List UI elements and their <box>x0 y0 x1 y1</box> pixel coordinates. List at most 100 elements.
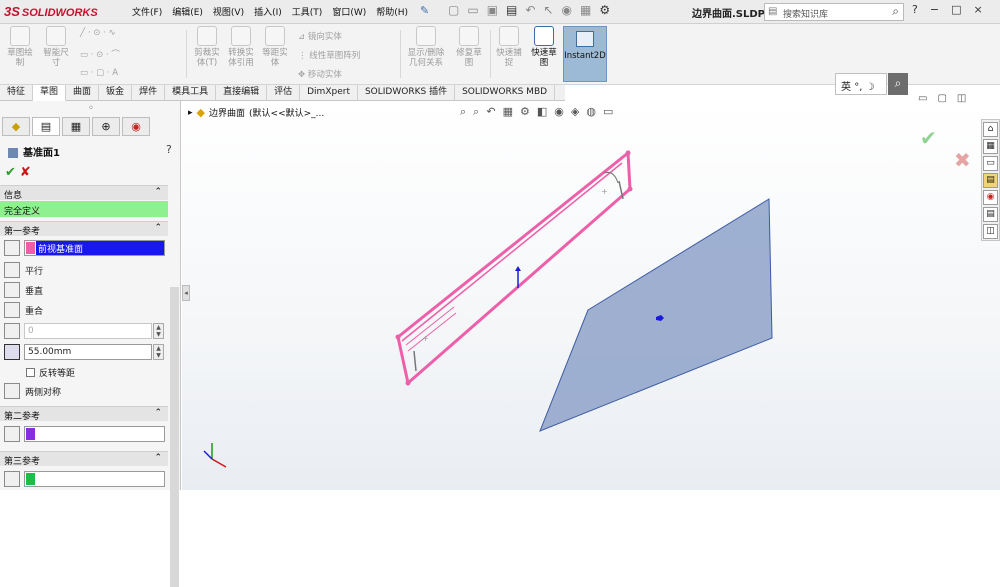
display-manager-tab-icon[interactable]: ◉ <box>122 117 150 136</box>
tab-mold-tools[interactable]: 模具工具 <box>165 85 217 101</box>
menu-edit[interactable]: 编辑(E) <box>172 5 203 18</box>
collapse-icon[interactable]: ⌃ <box>154 223 162 233</box>
status-badge: 完全定义 <box>0 201 168 217</box>
ime-search-icon[interactable]: ⌕ <box>888 73 908 95</box>
third-reference-header[interactable]: 第三参考 ⌃ <box>0 451 168 467</box>
coincident-option[interactable]: 重合 <box>4 302 43 318</box>
new-icon[interactable]: ▢ <box>448 3 459 17</box>
print-icon[interactable]: ▤ <box>506 3 517 17</box>
mirror-entities-button[interactable]: ⊿ 镜向实体 <box>298 30 342 42</box>
search-input[interactable]: 搜索知识库 <box>783 7 828 20</box>
color-swatch <box>26 428 35 440</box>
rebuild-icon[interactable]: ◉ <box>562 3 572 17</box>
perpendicular-option[interactable]: 垂直 <box>4 282 43 298</box>
tab-weldments[interactable]: 焊件 <box>132 85 166 101</box>
reference-icon <box>4 240 20 256</box>
tab-mbd[interactable]: SOLIDWORKS MBD <box>455 85 556 101</box>
convert-entities-button[interactable]: 转换实 体引用 <box>224 26 258 68</box>
collapse-icon[interactable]: ⌃ <box>154 408 162 418</box>
third-reference-field[interactable] <box>24 471 165 487</box>
view-palette-icon[interactable]: ▤ <box>983 173 998 188</box>
ok-icon[interactable]: ✔ <box>5 165 16 180</box>
tab-direct-editing[interactable]: 直接编辑 <box>216 85 268 101</box>
menu-view[interactable]: 视图(V) <box>213 5 244 18</box>
distance-input[interactable]: 55.00mm <box>24 344 152 360</box>
configuration-manager-tab-icon[interactable]: ▦ <box>62 117 90 136</box>
undo-icon[interactable]: ↶ <box>525 3 535 17</box>
appearances-icon[interactable]: ◉ <box>983 190 998 205</box>
repair-sketch-button[interactable]: 修复草 图 <box>452 26 486 68</box>
pin-icon[interactable]: ✎ <box>420 4 429 17</box>
tab-surfaces[interactable]: 曲面 <box>66 85 100 101</box>
feature-manager-tab-icon[interactable]: ◆ <box>2 117 30 136</box>
search-icon[interactable]: ⌕ <box>892 4 899 19</box>
menu-insert[interactable]: 插入(I) <box>254 5 282 18</box>
tab-sheet-metal[interactable]: 钣金 <box>99 85 133 101</box>
slot-tools[interactable]: ▭ · ▢ · A <box>80 68 118 78</box>
tab-sketch[interactable]: 草图 <box>33 85 67 101</box>
panel-grip-icon[interactable]: ◦ <box>88 103 94 114</box>
forum-icon[interactable]: ◫ <box>983 224 998 239</box>
dimxpert-manager-tab-icon[interactable]: ⊕ <box>92 117 120 136</box>
options-icon[interactable]: ⚙ <box>599 3 610 17</box>
collapse-icon[interactable]: ⌃ <box>154 187 162 197</box>
tab-features[interactable]: 特征 <box>0 85 34 101</box>
file-properties-icon[interactable]: ▦ <box>580 3 591 17</box>
custom-properties-icon[interactable]: ▤ <box>983 207 998 222</box>
distance-spinner[interactable]: ▲ ▼ <box>153 344 164 360</box>
maximize-button[interactable]: □ <box>951 3 961 16</box>
first-reference-header[interactable]: 第一参考 ⌃ <box>0 221 168 237</box>
search-box[interactable]: ▤ 搜索知识库 ⌕ <box>764 3 904 21</box>
angle-input[interactable]: 0 <box>24 323 152 339</box>
minimize-button[interactable]: − <box>930 3 939 16</box>
trim-entities-button[interactable]: 剪裁实 体(T) <box>190 26 224 68</box>
sketch-draw-button[interactable]: 草图绘 制 <box>4 26 36 68</box>
panel-scrollbar[interactable] <box>170 287 179 587</box>
line-tools[interactable]: ╱ · ⊙ · ∿ <box>80 28 116 38</box>
second-reference-field[interactable] <box>24 426 165 442</box>
quick-snaps-button[interactable]: 快速捕 捉 <box>494 26 524 68</box>
parallel-option[interactable]: 平行 <box>4 262 43 278</box>
info-section-header[interactable]: 信息 ⌃ <box>0 185 168 201</box>
smart-dimension-button[interactable]: 智能尺 寸 <box>40 26 72 68</box>
move-entities-button[interactable]: ✥ 移动实体 <box>298 68 342 80</box>
rect-tools[interactable]: ▭ · ⊙ · ⌒ <box>80 48 120 60</box>
file-explorer-icon[interactable]: ▭ <box>983 156 998 171</box>
graphics-area[interactable]: ▸ ◆ 边界曲面 (默认<<默认>_... ⌕ ⌕ ↶ ▦ ⚙ ◧ ◉ ◈ ◍ … <box>182 93 1000 490</box>
open-icon[interactable]: ▭ <box>467 3 478 17</box>
first-reference-field[interactable]: 前视基准面 <box>24 240 165 256</box>
title-bar: 3S SOLIDWORKS 文件(F) 编辑(E) 视图(V) 插入(I) 工具(… <box>0 0 1000 24</box>
cancel-icon[interactable]: ✘ <box>20 165 31 180</box>
offset-entities-button[interactable]: 等距实 体 <box>258 26 292 68</box>
property-manager-tab-icon[interactable]: ▤ <box>32 117 60 136</box>
menu-window[interactable]: 窗口(W) <box>332 5 366 18</box>
solidworks-logo[interactable]: 3S SOLIDWORKS <box>4 4 98 20</box>
second-reference-header[interactable]: 第二参考 ⌃ <box>0 406 168 422</box>
design-library-icon[interactable]: ▦ <box>983 139 998 154</box>
select-icon[interactable]: ↖ <box>543 3 553 17</box>
help-icon[interactable]: ? <box>166 143 172 156</box>
distance-option[interactable] <box>4 344 20 360</box>
home-icon[interactable]: ⌂ <box>983 122 998 137</box>
angle-spinner[interactable]: ▲ ▼ <box>153 323 164 339</box>
show-relations-button[interactable]: 显示/删除 几何关系 <box>404 26 448 68</box>
angle-option[interactable] <box>4 323 20 339</box>
tab-addins[interactable]: SOLIDWORKS 插件 <box>358 85 456 101</box>
flip-offset-checkbox[interactable]: 反转等距 <box>26 366 75 379</box>
plane-preview[interactable] <box>539 198 773 432</box>
save-icon[interactable]: ▣ <box>487 3 498 17</box>
tab-dimxpert[interactable]: DimXpert <box>300 85 358 101</box>
rapid-sketch-button[interactable]: 快速草 图 <box>528 26 560 68</box>
mid-plane-option[interactable]: 两侧对称 <box>4 383 61 399</box>
ime-indicator[interactable]: 英 °, ☽ <box>835 73 887 95</box>
tab-evaluate[interactable]: 评估 <box>267 85 301 101</box>
menu-help[interactable]: 帮助(H) <box>376 5 408 18</box>
instant2d-button[interactable]: Instant2D <box>563 26 607 82</box>
linear-pattern-button[interactable]: ⋮ 线性草图阵列 <box>298 49 360 61</box>
menu-tools[interactable]: 工具(T) <box>292 5 323 18</box>
panel-collapse-handle[interactable]: ◂ <box>182 285 190 301</box>
help-button[interactable]: ? <box>912 3 918 16</box>
menu-file[interactable]: 文件(F) <box>132 5 162 18</box>
collapse-icon[interactable]: ⌃ <box>154 453 162 463</box>
close-button[interactable]: × <box>973 3 982 16</box>
